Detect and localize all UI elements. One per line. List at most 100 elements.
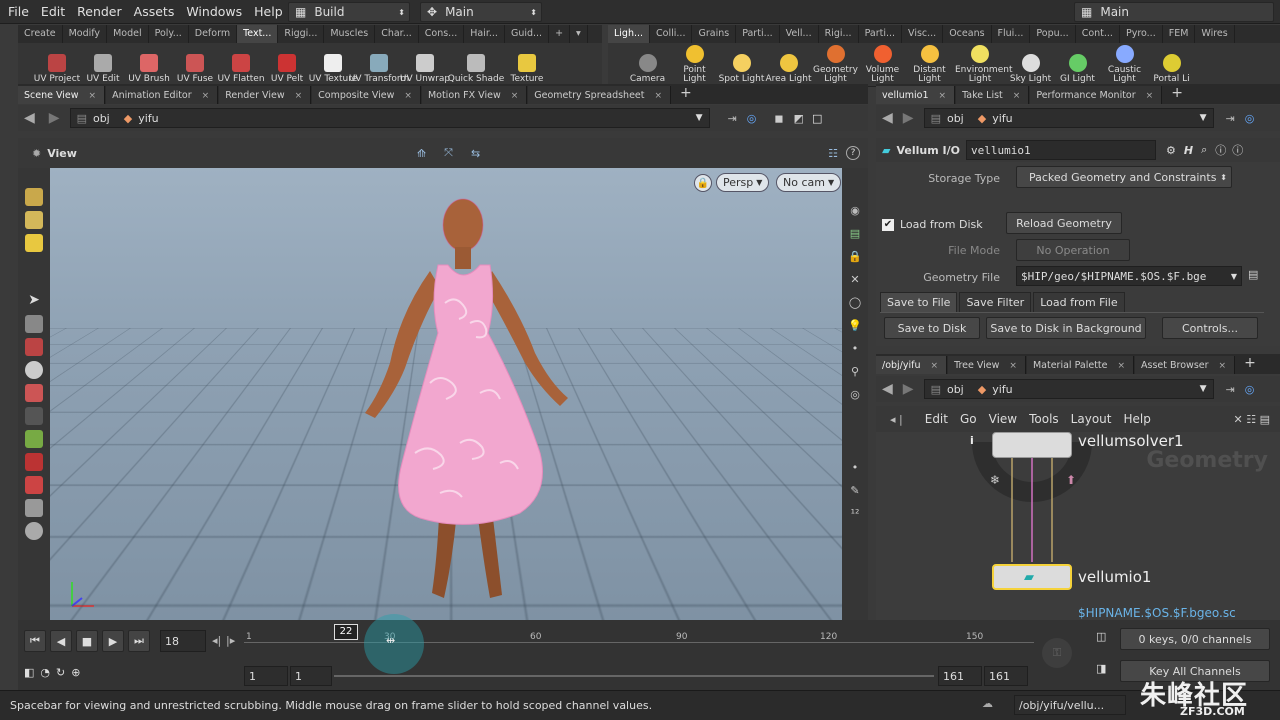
close-icon[interactable]: × (1009, 361, 1017, 371)
step-back-icon[interactable]: ◂| (212, 634, 221, 647)
help-icon[interactable]: ⓘ (1232, 142, 1243, 158)
step-forward-icon[interactable]: |▸ (226, 634, 235, 647)
shading-icon[interactable]: ▤ (842, 227, 868, 240)
view-menu-icon[interactable]: ✹ (32, 147, 41, 160)
shelf-tool[interactable]: Distant Light (906, 43, 953, 87)
file-mode-menu[interactable]: No Operation (1016, 239, 1130, 261)
pane-tab[interactable]: vellumio1 × (876, 86, 955, 104)
shelf-tab[interactable]: Model (107, 25, 149, 43)
param-subtab[interactable]: Load from File (1033, 292, 1124, 313)
lock-cam-icon[interactable]: 🔒 (842, 250, 868, 263)
magnet-icon[interactable] (25, 476, 43, 494)
shelf-tab[interactable]: Hair... (464, 25, 505, 43)
add-tab-icon[interactable]: + (680, 85, 692, 101)
ghost-icon[interactable]: ◎ (842, 388, 868, 401)
tag-icon[interactable] (25, 234, 43, 252)
path-obj[interactable]: obj (947, 383, 964, 396)
shelf-tab[interactable]: Rigi... (819, 25, 859, 43)
visibility-icon[interactable]: ✕ (842, 273, 868, 286)
pane-tab[interactable]: Tree View × (948, 356, 1026, 374)
select-arrow-icon[interactable]: ➤ (25, 292, 43, 310)
lock-icon[interactable] (25, 315, 43, 333)
path-node[interactable]: yifu (138, 112, 158, 125)
vellumio-node[interactable]: ▰ (992, 564, 1072, 590)
close-icon[interactable]: × (511, 91, 519, 101)
shelf-tool[interactable]: UV Unwrap (402, 43, 448, 87)
pane-tab[interactable]: Geometry Spreadsheet × (528, 86, 671, 104)
shelf-tool[interactable]: Spot Light (718, 43, 765, 87)
range-slider[interactable] (334, 675, 934, 677)
shelf-tab[interactable]: Pyro... (1120, 25, 1163, 43)
file-browse-icon[interactable]: ▤ (1248, 268, 1258, 281)
character-model[interactable] (320, 193, 580, 613)
close-icon[interactable]: × (1013, 91, 1021, 101)
network-menu-item[interactable]: Edit (925, 412, 948, 426)
shelf-tool[interactable]: Camera (624, 43, 671, 87)
shelf-tab[interactable]: Colli... (650, 25, 692, 43)
menu-render[interactable]: Render (77, 4, 122, 19)
render-region-icon[interactable] (25, 499, 43, 517)
param-subtab[interactable]: Save to File (880, 292, 957, 313)
back-icon[interactable]: ◀ (882, 381, 893, 397)
node-name-field[interactable]: vellumio1 (966, 140, 1156, 160)
shelf-tab[interactable]: Wires (1195, 25, 1234, 43)
sphere-icon[interactable] (25, 361, 43, 379)
checkbox-icon[interactable]: ✔ (882, 219, 894, 231)
camera-icon[interactable] (25, 522, 43, 540)
rotate-icon[interactable] (25, 384, 43, 402)
close-icon[interactable]: × (1146, 91, 1154, 101)
shelf-tab[interactable]: Vell... (780, 25, 819, 43)
add-tab-icon[interactable]: + (1244, 355, 1256, 371)
param-path-field[interactable]: ▤ obj ◆ yifu ▼ (924, 108, 1214, 128)
path-obj[interactable]: obj (93, 112, 110, 125)
path-node[interactable]: yifu (992, 383, 1012, 396)
shelf-tool[interactable]: Environment Light (953, 43, 1007, 87)
pane-tab[interactable]: /obj/yifu × (876, 356, 947, 374)
close-icon[interactable]: × (89, 91, 97, 101)
link-icon[interactable]: ◎ (747, 112, 757, 125)
paint-icon[interactable] (25, 211, 43, 229)
tools-icon[interactable]: ✕ ☷ ▤ (1234, 413, 1270, 426)
gear-icon[interactable]: ⚙ (1166, 144, 1176, 157)
forward-icon[interactable]: ▶ (49, 110, 60, 126)
path-field[interactable]: ▤ obj ◆ yifu ▼ (70, 108, 710, 128)
info-icon[interactable]: i (970, 434, 974, 447)
cubes-icon[interactable]: ◩ (794, 112, 804, 125)
shelf-tab[interactable]: Modify (63, 25, 107, 43)
shelf-tab[interactable]: Popu... (1030, 25, 1075, 43)
select-mode-icon[interactable]: ⟰ (417, 147, 426, 160)
shelf-tool[interactable]: UV Flatten (218, 43, 264, 87)
pane-tab[interactable]: Take List × (956, 86, 1029, 104)
shelf-tab[interactable]: Oceans (943, 25, 991, 43)
menu-edit[interactable]: Edit (41, 4, 65, 19)
network-menu-item[interactable]: Go (960, 412, 977, 426)
skip-start-icon[interactable]: ⏮ (24, 630, 46, 652)
network-menu-item[interactable]: View (989, 412, 1017, 426)
transform-icon[interactable] (25, 430, 43, 448)
current-frame-marker[interactable]: 22 (334, 624, 358, 640)
add-tab-icon[interactable]: + (549, 25, 570, 43)
save-to-disk-button[interactable]: Save to Disk (884, 317, 980, 339)
vellumsolver-node[interactable] (992, 432, 1072, 458)
context-selector[interactable]: ✥ Main ⬍ (420, 2, 542, 22)
tag-label-icon[interactable]: ¹² (842, 507, 868, 520)
loop-icon[interactable]: ↻ (56, 666, 65, 679)
camera-menu[interactable]: No cam ▼ (776, 173, 841, 192)
realtime-icon[interactable]: ◔ (40, 666, 50, 679)
shelf-tab[interactable]: Create (18, 25, 63, 43)
close-icon[interactable]: × (931, 361, 939, 371)
close-icon[interactable]: × (404, 91, 412, 101)
forward-icon[interactable]: ▶ (903, 381, 914, 397)
shelf-tool[interactable]: Volume Light (859, 43, 906, 87)
frame-field[interactable]: 18 (160, 630, 206, 652)
hda-icon[interactable]: H (1184, 144, 1193, 157)
menu-assets[interactable]: Assets (134, 4, 175, 19)
shelf-tool[interactable]: Geometry Light (812, 43, 859, 87)
range-end-field[interactable]: 161 (938, 666, 982, 686)
measure-icon[interactable]: ⚲ (842, 365, 868, 378)
shelf-tab[interactable]: Guid... (505, 25, 549, 43)
back-icon[interactable]: ◀ (882, 110, 893, 126)
scale-icon[interactable] (25, 407, 43, 425)
shelf-tool[interactable]: Caustic Light (1101, 43, 1148, 87)
shelf-tab[interactable]: Parti... (736, 25, 779, 43)
